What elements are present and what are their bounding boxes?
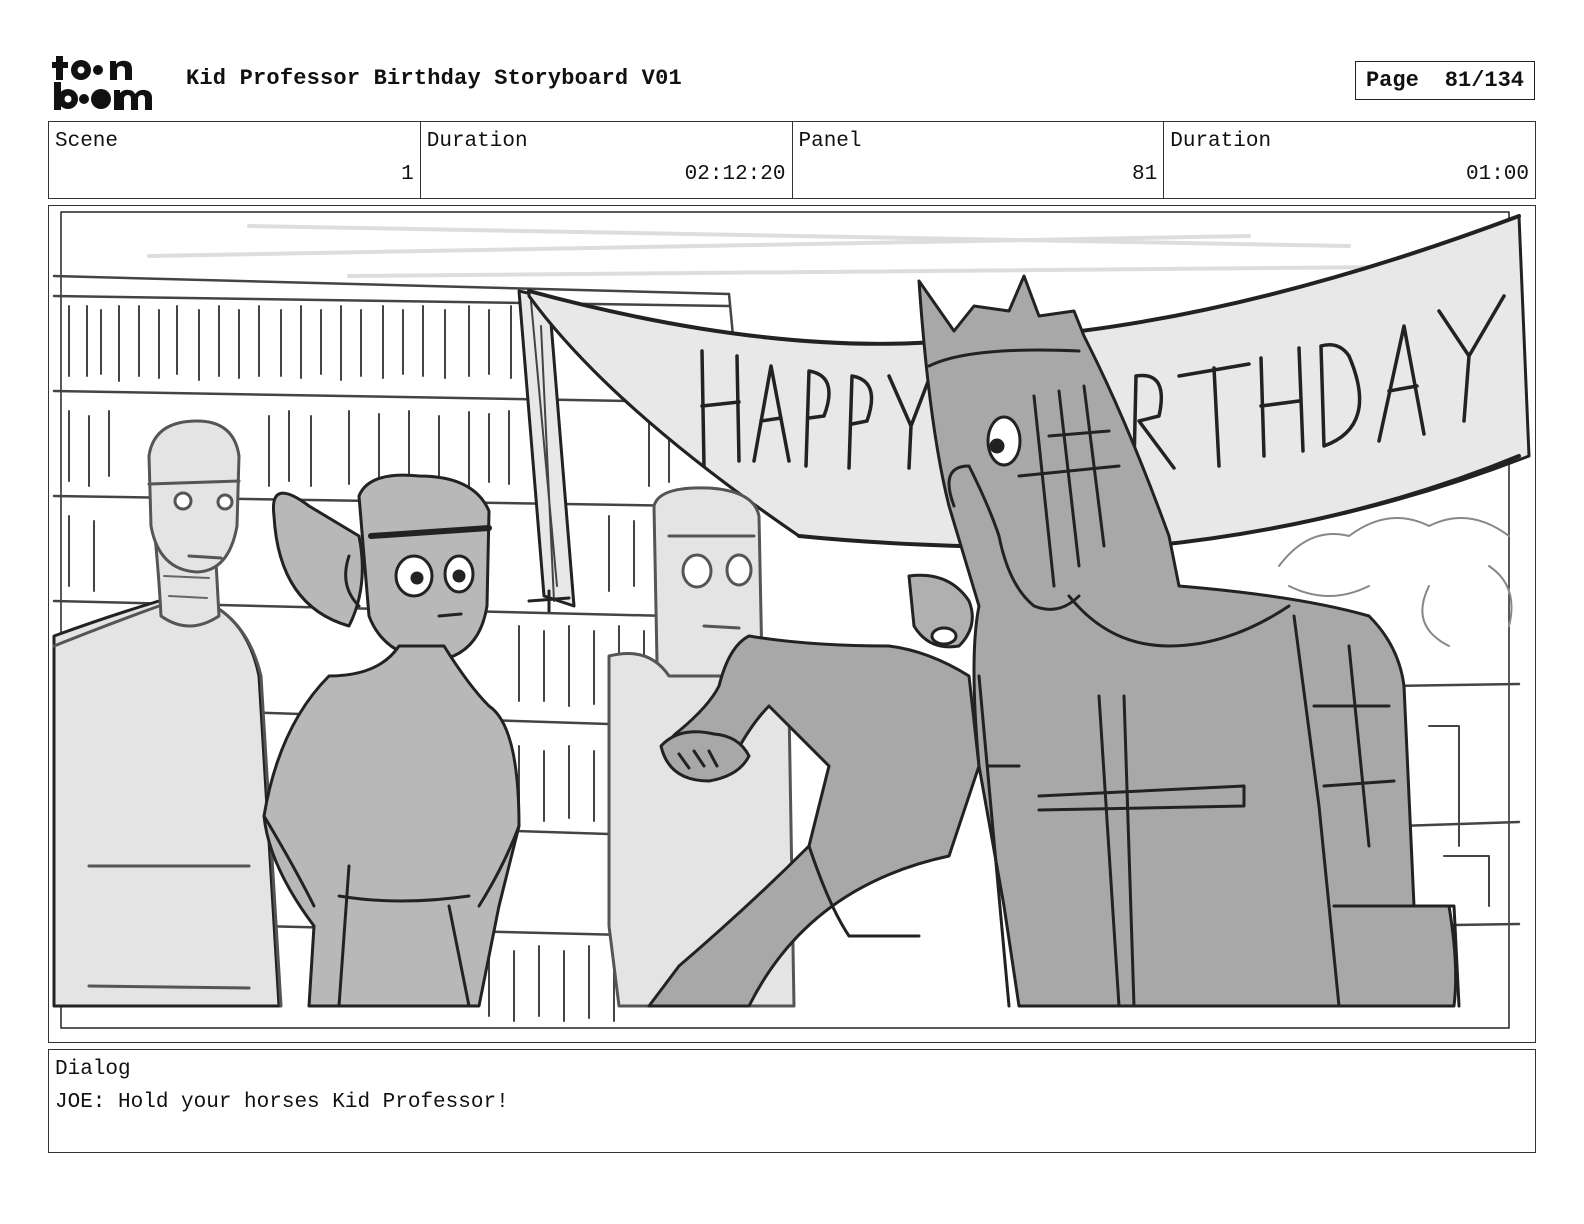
page-label: Page — [1365, 68, 1419, 93]
dialog-text: JOE: Hold your horses Kid Professor! — [55, 1091, 509, 1114]
scene-cell: Scene 1 — [49, 122, 420, 198]
panel-value: 81 — [1132, 163, 1158, 186]
toon-boom-logo — [52, 56, 152, 110]
panel-sketch — [52, 211, 1531, 1029]
scene-duration-value: 02:12:20 — [684, 163, 786, 186]
storyboard-title: Kid Professor Birthday Storyboard V01 — [186, 66, 682, 91]
scene-duration-cell: Duration 02:12:20 — [419, 122, 792, 198]
dialog-label: Dialog — [55, 1058, 131, 1081]
panel-duration-label: Duration — [1170, 130, 1272, 153]
page-number: 81/134 — [1444, 68, 1525, 93]
panel-cell: Panel 81 — [791, 122, 1164, 198]
scene-value: 1 — [401, 163, 414, 186]
dialog-box: Dialog JOE: Hold your horses Kid Profess… — [48, 1049, 1536, 1153]
panel-label: Panel — [798, 130, 862, 153]
panel-duration-cell: Duration 01:00 — [1163, 122, 1535, 198]
scene-label: Scene — [55, 130, 119, 153]
panel-duration-value: 01:00 — [1465, 163, 1529, 186]
storyboard-panel — [48, 205, 1536, 1043]
page-indicator: Page 81/134 — [1355, 61, 1535, 100]
info-bar: Scene 1 Duration 02:12:20 Panel 81 Durat… — [48, 121, 1536, 199]
scene-duration-label: Duration — [426, 130, 528, 153]
